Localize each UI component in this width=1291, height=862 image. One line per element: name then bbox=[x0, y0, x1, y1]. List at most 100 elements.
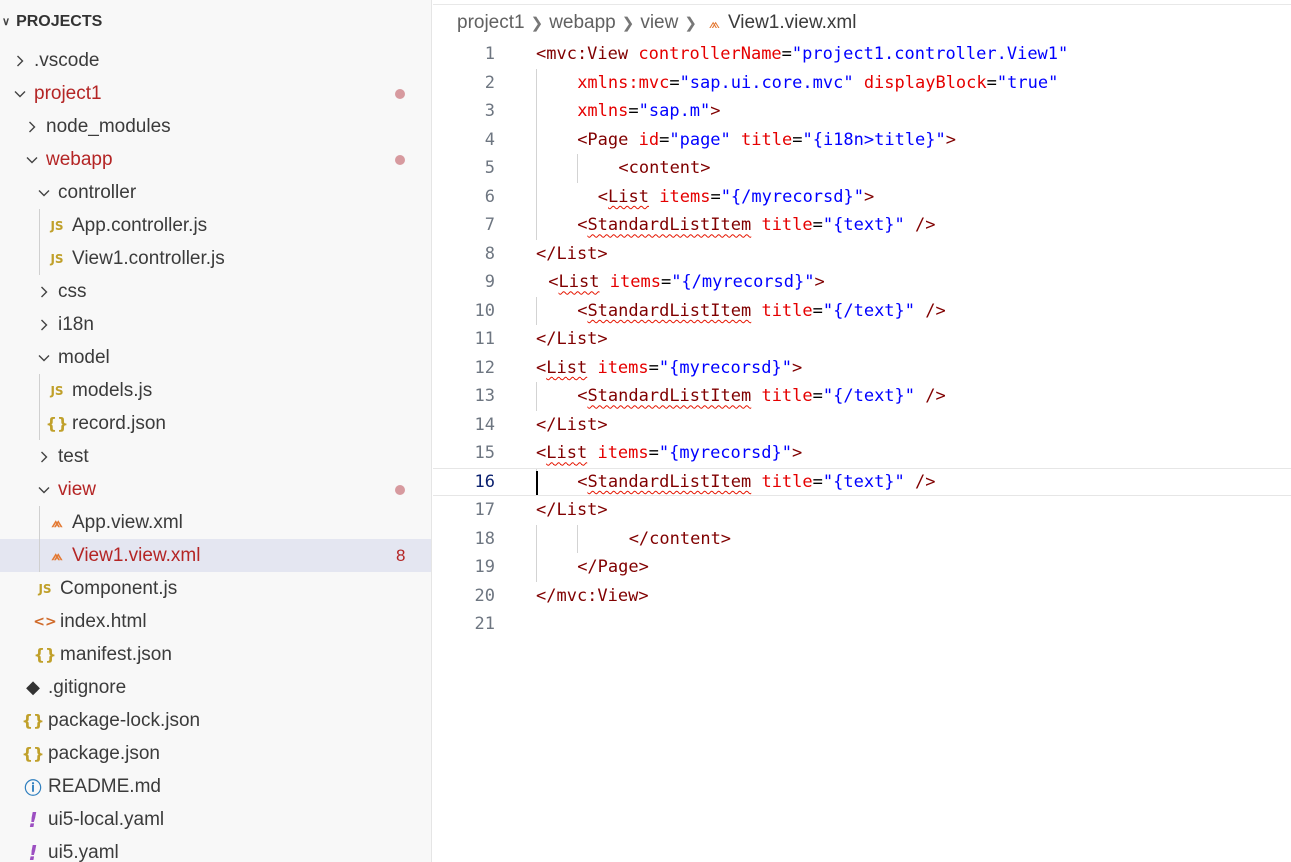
code-line[interactable]: 15 <List items="{myrecorsd}"> bbox=[433, 439, 1291, 468]
tree-item-ui5-local-yaml[interactable]: ! ui5-local.yaml bbox=[0, 803, 431, 836]
tree-item-model[interactable]: model bbox=[0, 341, 431, 374]
code-line[interactable]: 9 <List items="{/myrecorsd}"> bbox=[433, 268, 1291, 297]
tree-item-css[interactable]: css bbox=[0, 275, 431, 308]
code-line[interactable]: 18 </content> bbox=[433, 524, 1291, 553]
tree-item-webapp[interactable]: webapp bbox=[0, 143, 431, 176]
code-line[interactable]: 4 <Page id="page" title="{i18n>title}"> bbox=[433, 125, 1291, 154]
code-text: xmlns:mvc="sap.ui.core.mvc" displayBlock… bbox=[577, 73, 1058, 93]
tree-item-app-view-xml[interactable]: ⩕ App.view.xml bbox=[0, 506, 431, 539]
code-line[interactable]: 2 xmlns:mvc="sap.ui.core.mvc" displayBloc… bbox=[433, 68, 1291, 97]
code-token: </List> bbox=[536, 329, 608, 350]
indent-guide bbox=[536, 68, 537, 97]
code-line[interactable]: 14 </List> bbox=[433, 411, 1291, 440]
yaml-file-icon: ! bbox=[28, 840, 38, 862]
code-line[interactable]: 13 <StandardListItem title="{/text}" /> bbox=[433, 382, 1291, 411]
tree-item-view[interactable]: view bbox=[0, 473, 431, 506]
tree-item-project1[interactable]: project1 bbox=[0, 77, 431, 110]
code-token: = bbox=[781, 44, 792, 65]
tree-item-ui5-yaml[interactable]: ! ui5.yaml bbox=[0, 836, 431, 862]
tree-item-label: ui5.yaml bbox=[48, 841, 119, 862]
chevron-right-icon[interactable] bbox=[22, 117, 42, 137]
tree-item-node-modules[interactable]: node_modules bbox=[0, 110, 431, 143]
html-file-icon: <> bbox=[33, 613, 57, 630]
breadcrumb-item-project1[interactable]: project1 bbox=[457, 12, 525, 34]
indent-guide bbox=[577, 524, 579, 553]
indent-guide bbox=[536, 97, 537, 126]
chevron-right-icon[interactable] bbox=[10, 51, 30, 71]
code-token: = bbox=[659, 129, 670, 150]
yaml-file-icon: ! bbox=[28, 807, 38, 832]
tree-item-package-json[interactable]: {} package.json bbox=[0, 737, 431, 770]
modified-dot-icon bbox=[395, 155, 405, 165]
code-token: items bbox=[597, 443, 649, 464]
code-token: List bbox=[546, 443, 588, 464]
code-text: </List> bbox=[536, 244, 608, 264]
indent-guide bbox=[39, 407, 40, 440]
chevron-down-icon[interactable] bbox=[34, 183, 54, 203]
tree-item-manifest-json[interactable]: {} manifest.json bbox=[0, 638, 431, 671]
code-token: "{/text}" bbox=[822, 300, 916, 321]
chevron-right-icon[interactable] bbox=[34, 447, 54, 467]
code-line[interactable]: 11 </List> bbox=[433, 325, 1291, 354]
breadcrumb-item-webapp[interactable]: webapp bbox=[549, 12, 616, 34]
tree-item-view1-controller-js[interactable]: JS View1.controller.js bbox=[0, 242, 431, 275]
code-line[interactable]: 19 </Page> bbox=[433, 553, 1291, 582]
indent-guide bbox=[536, 154, 537, 183]
code-token: "page" bbox=[669, 129, 731, 150]
tree-item-models-js[interactable]: JS models.js bbox=[0, 374, 431, 407]
js-file-icon: JS bbox=[50, 251, 64, 266]
code-line[interactable]: 8 </List> bbox=[433, 240, 1291, 269]
chevron-down-icon[interactable] bbox=[22, 150, 42, 170]
code-line[interactable]: 20 </mvc:View> bbox=[433, 582, 1291, 611]
breadcrumb-item-file[interactable]: View1.view.xml bbox=[728, 12, 856, 34]
code-token: StandardListItem bbox=[587, 300, 752, 321]
chevron-down-icon[interactable] bbox=[34, 480, 54, 500]
tree-item-i18n[interactable]: i18n bbox=[0, 308, 431, 341]
code-text: <StandardListItem title="{/text}" /> bbox=[577, 301, 946, 321]
tree-item-app-controller-js[interactable]: JS App.controller.js bbox=[0, 209, 431, 242]
code-token: < bbox=[536, 357, 547, 378]
tree-item-readme-md[interactable]: ⓘ README.md bbox=[0, 770, 431, 803]
code-line[interactable]: 5 <content> bbox=[433, 154, 1291, 183]
indent-guide bbox=[39, 539, 40, 572]
code-line[interactable]: 17 </List> bbox=[433, 496, 1291, 525]
tree-item-record-json[interactable]: {} record.json bbox=[0, 407, 431, 440]
tree-item-view1-view-xml[interactable]: ⩕ View1.view.xml 8 bbox=[0, 539, 431, 572]
code-token: StandardListItem bbox=[587, 215, 752, 236]
code-text: </List> bbox=[536, 500, 608, 520]
chevron-right-icon[interactable] bbox=[34, 282, 54, 302]
tree-item-vscode[interactable]: .vscode bbox=[0, 44, 431, 77]
code-line[interactable]: 10 <StandardListItem title="{/text}" /> bbox=[433, 296, 1291, 325]
breadcrumb-item-view[interactable]: view bbox=[640, 12, 678, 34]
tree-item-index-html[interactable]: <> index.html bbox=[0, 605, 431, 638]
line-number: 3 bbox=[484, 101, 495, 122]
json-file-icon: {} bbox=[33, 645, 57, 664]
code-text: </Page> bbox=[577, 557, 649, 577]
tree-item-test[interactable]: test bbox=[0, 440, 431, 473]
code-line[interactable]: 21 bbox=[433, 610, 1291, 639]
tree-item-controller[interactable]: controller bbox=[0, 176, 431, 209]
line-number: 16 bbox=[474, 471, 495, 492]
chevron-down-icon[interactable] bbox=[10, 84, 30, 104]
code-token: "{/myrecorsd}" bbox=[720, 186, 864, 207]
code-token: < bbox=[577, 471, 588, 492]
code-token: "{/myrecorsd}" bbox=[671, 272, 815, 293]
code-line[interactable]: 7 <StandardListItem title="{text}" /> bbox=[433, 211, 1291, 240]
tree-item-label: controller bbox=[58, 181, 137, 203]
tree-item-gitignore[interactable]: ◆ .gitignore bbox=[0, 671, 431, 704]
tree-item-component-js[interactable]: JS Component.js bbox=[0, 572, 431, 605]
explorer-header[interactable]: ∨ PROJECTS bbox=[0, 0, 431, 44]
chevron-down-icon[interactable] bbox=[34, 348, 54, 368]
code-text: <StandardListItem title="{/text}" /> bbox=[577, 386, 946, 406]
chevron-right-icon: ❯ bbox=[621, 15, 635, 32]
code-line[interactable]: 12 <List items="{myrecorsd}"> bbox=[433, 354, 1291, 383]
code-line[interactable]: 16 <StandardListItem title="{text}" /> bbox=[433, 467, 1291, 496]
tree-item-package-lock-json[interactable]: {} package-lock.json bbox=[0, 704, 431, 737]
code-editor[interactable]: 1 <mvc:View controllerName="project1.cont… bbox=[433, 40, 1291, 639]
code-line[interactable]: 1 <mvc:View controllerName="project1.cont… bbox=[433, 40, 1291, 69]
chevron-right-icon[interactable] bbox=[34, 315, 54, 335]
code-line[interactable]: 3 xmlns="sap.m"> bbox=[433, 97, 1291, 126]
code-line[interactable]: 6 <List items="{/myrecorsd}"> bbox=[433, 182, 1291, 211]
